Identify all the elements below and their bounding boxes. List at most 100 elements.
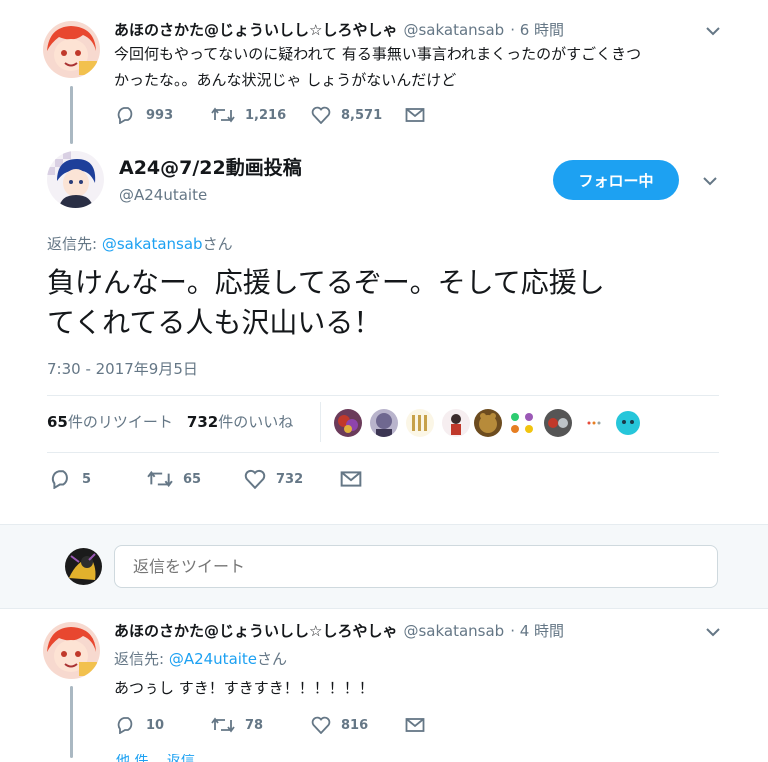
liker-avatar-art xyxy=(412,415,427,431)
following-button-label: フォロー中 xyxy=(578,171,654,190)
dm-button[interactable] xyxy=(405,716,435,734)
retweet-button[interactable]: 1,216 xyxy=(211,106,311,124)
avatar-illustration xyxy=(65,548,102,585)
chevron-down-icon[interactable] xyxy=(703,625,723,639)
liker-avatar[interactable] xyxy=(508,409,536,437)
reply-count: 5 xyxy=(82,471,92,487)
liker-avatar[interactable] xyxy=(406,409,434,437)
liker-avatar[interactable] xyxy=(614,409,642,437)
retweet-icon xyxy=(147,470,173,488)
avatar-illustration xyxy=(47,151,104,208)
heart-icon xyxy=(244,469,266,489)
retweet-button[interactable]: 65 xyxy=(147,469,244,489)
liker-avatar-art xyxy=(376,413,392,437)
tweet-text: あつぅし すき！すきすき！！！！！！ xyxy=(114,679,374,697)
reply-input[interactable] xyxy=(114,545,718,588)
avatar-illustration xyxy=(43,622,100,679)
display-name[interactable]: A24@7/22動画投稿 xyxy=(119,153,302,180)
liker-avatar[interactable] xyxy=(580,409,608,437)
retweet-icon xyxy=(211,107,235,123)
liker-avatar[interactable] xyxy=(334,409,362,437)
reply-context: 返信先: @A24utaiteさん xyxy=(114,648,287,670)
handle[interactable]: @A24utaite xyxy=(119,186,302,204)
retweet-button[interactable]: 78 xyxy=(211,716,311,734)
retweet-count: 65 xyxy=(183,471,202,487)
liker-avatar[interactable] xyxy=(474,409,502,437)
stats-divider xyxy=(320,402,321,442)
tweet-actions: 993 1,216 8,571 xyxy=(116,106,435,124)
tweet-time[interactable]: · 6 時間 xyxy=(510,19,564,40)
thread-line-top xyxy=(70,86,73,144)
following-button[interactable]: フォロー中 xyxy=(553,160,679,200)
display-name[interactable]: あほのさかた@じょういしし☆しろやしゃ xyxy=(114,620,397,641)
reply-composer xyxy=(0,524,768,609)
reply-context: 返信先: @sakatansabさん xyxy=(47,233,233,255)
like-count: 8,571 xyxy=(341,107,383,123)
reply-count: 993 xyxy=(146,107,174,123)
tweet-text-line: かったな。。あんな状況じゃ しょうがないんだけど xyxy=(114,71,457,89)
thread-line-bottom xyxy=(70,686,73,758)
like-button[interactable]: 8,571 xyxy=(311,106,405,124)
liker-avatar-art xyxy=(587,421,601,425)
reply-to-prefix: 返信先: xyxy=(47,235,102,253)
main-tweet-text-line: 負けんなー。応援してるぞー。そして応援し xyxy=(47,266,605,299)
avatar-a24utaite[interactable] xyxy=(47,151,104,208)
liker-avatar[interactable] xyxy=(442,409,470,437)
retweet-stat-label: 件のリツイート xyxy=(67,413,173,431)
envelope-icon xyxy=(405,718,425,732)
like-count: 732 xyxy=(276,471,304,487)
liker-avatar-art xyxy=(548,418,568,428)
handle[interactable]: @sakatansab xyxy=(403,21,504,39)
like-stat-count: 732 xyxy=(186,413,219,431)
reply-to-suffix: さん xyxy=(257,650,288,668)
dm-button[interactable] xyxy=(405,106,435,124)
engagement-stats: 65件のリツイート 732件のいいね xyxy=(47,411,293,432)
reply-button[interactable]: 10 xyxy=(116,716,211,734)
retweet-stat[interactable]: 65件のリツイート xyxy=(47,411,173,432)
reply-count: 10 xyxy=(146,717,165,733)
heart-icon xyxy=(311,106,331,124)
reply-to-suffix: さん xyxy=(202,235,233,253)
liker-avatar-art xyxy=(338,415,358,433)
avatar-sakatansab[interactable] xyxy=(43,622,100,679)
handle[interactable]: @sakatansab xyxy=(403,622,504,640)
heart-icon xyxy=(311,716,331,734)
current-user-avatar[interactable] xyxy=(65,548,102,585)
liker-avatar-art xyxy=(511,413,533,433)
chevron-down-icon[interactable] xyxy=(703,24,723,38)
liker-avatar-art xyxy=(479,413,497,433)
partial-text[interactable]: 他 件… 返信 xyxy=(116,754,195,762)
reply-to-link[interactable]: @sakatansab xyxy=(102,235,203,253)
avatar-illustration xyxy=(43,21,100,78)
liker-avatar[interactable] xyxy=(370,409,398,437)
retweet-count: 1,216 xyxy=(245,107,287,123)
reply-icon xyxy=(117,107,133,124)
like-button[interactable]: 816 xyxy=(311,716,405,734)
reply-to-prefix: 返信先: xyxy=(114,650,169,668)
display-name[interactable]: あほのさかた@じょういしし☆しろやしゃ xyxy=(114,19,397,40)
main-tweet-text-line: てくれてる人も沢山いる！ xyxy=(47,306,382,339)
reply-icon xyxy=(51,470,68,489)
dm-button[interactable] xyxy=(340,469,372,489)
like-stat[interactable]: 732件のいいね xyxy=(187,411,293,432)
like-count: 816 xyxy=(341,717,369,733)
retweet-stat-count: 65 xyxy=(47,413,68,431)
like-button[interactable]: 732 xyxy=(244,469,340,489)
main-tweet-text: 負けんなー。応援してるぞー。そして応援し てくれてる人も沢山いる！ xyxy=(47,263,737,343)
avatar-sakatansab[interactable] xyxy=(43,21,100,78)
tweet-actions: 10 78 816 xyxy=(116,716,435,734)
tweet-time[interactable]: · 4 時間 xyxy=(510,620,564,641)
chevron-down-icon[interactable] xyxy=(700,174,720,188)
retweet-icon xyxy=(211,717,235,733)
liker-avatar[interactable] xyxy=(544,409,572,437)
envelope-icon xyxy=(405,108,425,122)
tweet-timestamp[interactable]: 7:30 - 2017年9月5日 xyxy=(47,358,198,379)
retweet-count: 78 xyxy=(245,717,264,733)
liker-avatar-art xyxy=(616,411,640,435)
reply-button[interactable]: 5 xyxy=(50,469,147,489)
envelope-icon xyxy=(340,471,362,487)
tweet-actions: 5 65 732 xyxy=(50,469,372,489)
reply-button[interactable]: 993 xyxy=(116,106,211,124)
reply-to-link[interactable]: @A24utaite xyxy=(169,650,257,668)
liker-avatar-art xyxy=(451,414,461,435)
